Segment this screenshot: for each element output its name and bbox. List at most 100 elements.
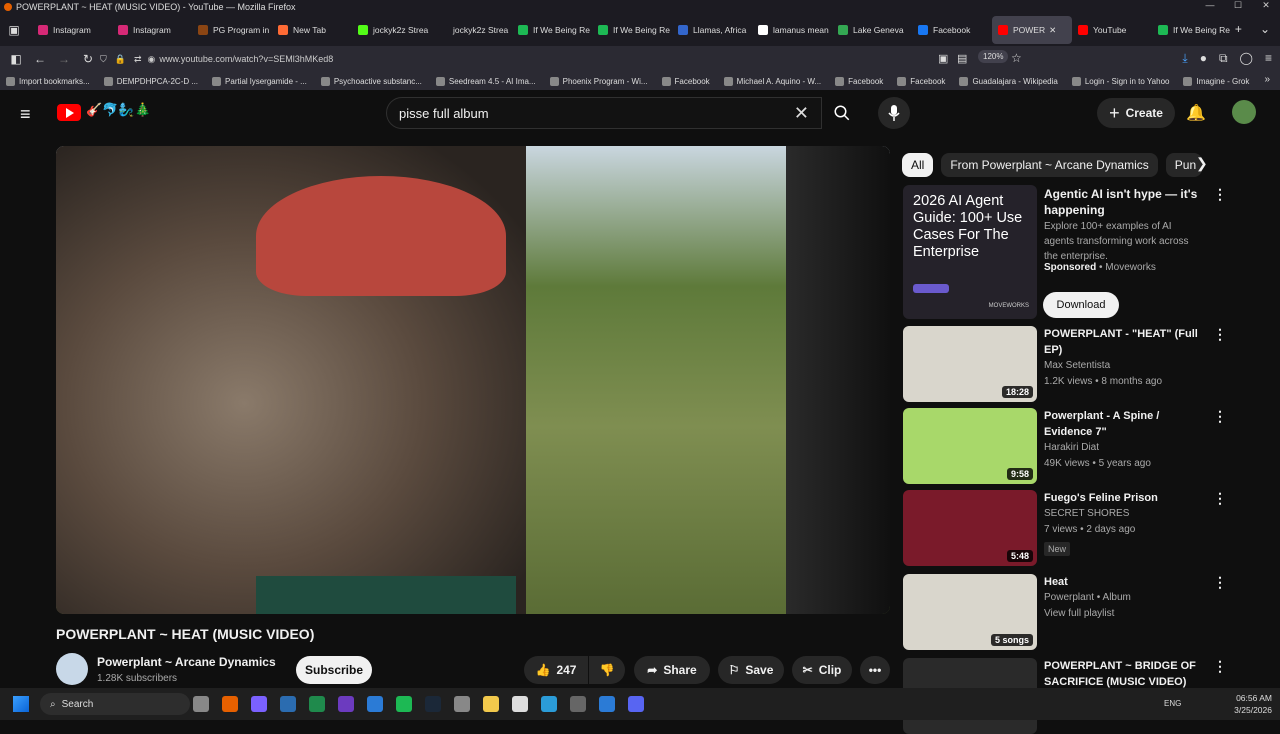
minimize-button[interactable]: — [1196,0,1224,11]
more-actions-button[interactable]: ••• [860,656,890,684]
tab-list-icon[interactable]: ▣ [2,23,26,37]
video-title-link[interactable]: POWERPLANT ~ BRIDGE OF SACRIFICE (MUSIC … [1044,658,1209,690]
browser-tab[interactable]: YouTube [1072,16,1152,44]
bookmark-item[interactable]: Imagine - Grok [1183,76,1249,86]
bookmark-item[interactable]: Psychoactive substanc... [320,76,422,86]
back-icon[interactable]: ← [28,52,52,66]
vs-icon[interactable] [338,696,354,712]
video-more-icon[interactable]: ⋮ [1213,658,1227,675]
downloads-icon[interactable]: ⤓ [1182,51,1187,66]
chip-from-channel[interactable]: From Powerplant ~ Arcane Dynamics [941,153,1158,177]
share-button[interactable]: ➦ Share [634,656,710,684]
url-bar[interactable]: ⛉ 🔒 ⇄ ◉ www.youtube.com/watch?v=SEMl3hMK… [100,49,1030,69]
file-explorer-icon[interactable] [483,696,499,712]
browser-tab[interactable]: jockyk2z Strea [352,16,432,44]
ad-download-button[interactable]: Download [1043,292,1119,318]
bookmarks-overflow-icon[interactable]: » [1264,74,1270,85]
video-channel[interactable]: Max Setentista [1044,360,1110,371]
bookmark-item[interactable]: Import bookmarks... [6,76,90,86]
create-button[interactable]: + Create [1097,98,1175,128]
forward-icon[interactable]: → [52,52,76,66]
list-all-tabs-icon[interactable]: ⌄ [1260,22,1270,36]
browser-tab[interactable]: PG Program in [192,16,272,44]
bookmark-item[interactable]: Facebook [897,76,945,86]
permissions-icon[interactable]: ⇄ [134,54,142,65]
notifications-bell-icon[interactable]: 🔔 [1186,103,1206,123]
like-button[interactable]: 👍 247 [524,656,588,684]
video-thumbnail[interactable]: 5:48 [903,490,1037,566]
search-input[interactable]: pisse full album ✕ [386,97,822,129]
browser-tab[interactable]: Llamas, Africa [672,16,752,44]
hamburger-menu-icon[interactable]: ≡ [20,104,31,125]
screenshot-icon[interactable]: ▣ [938,52,948,65]
browser-tab[interactable]: If We Being Re [592,16,672,44]
clip-button[interactable]: ✂ Clip [792,656,852,684]
browser-tab[interactable]: Facebook [912,16,992,44]
bookmark-item[interactable]: Partial lysergamide - ... [212,76,307,86]
reader-view-icon[interactable]: ▤ [957,52,967,65]
sidebar-icon[interactable]: ◧ [4,52,28,66]
language-indicator[interactable]: ENG [1164,699,1181,708]
browser-tab[interactable]: Lake Geneva [832,16,912,44]
video-title-link[interactable]: Heat [1044,574,1209,590]
bookmark-item[interactable]: Login - Sign in to Yahoo [1071,76,1169,86]
copilot-icon[interactable] [251,696,267,712]
outlook-icon[interactable] [367,696,383,712]
browser-tab[interactable]: POWER ✕ [992,16,1072,44]
chevron-right-icon[interactable]: ❯ [1196,155,1208,172]
browser-tab[interactable]: Instagram [112,16,192,44]
bookmark-item[interactable]: DEMPDHPCA-2C-D ... [103,76,198,86]
maximize-button[interactable]: ☐ [1224,0,1252,11]
video-channel[interactable]: Powerplant • Album [1044,592,1131,603]
settings-icon[interactable] [454,696,470,712]
video-thumbnail[interactable]: 18:28 [903,326,1037,402]
bookmark-item[interactable]: Seedream 4.5 - AI Ima... [435,76,536,86]
browser-tab[interactable]: lamanus mean [752,16,832,44]
spotify-icon[interactable] [396,696,412,712]
close-window-button[interactable]: ✕ [1252,0,1280,11]
shield-icon[interactable]: ⛉ [100,54,107,65]
browser-tab[interactable]: Instagram [32,16,112,44]
youtube-logo[interactable] [57,104,81,121]
video-more-icon[interactable]: ⋮ [1213,326,1227,343]
reader-icon[interactable]: ◉ [148,54,156,65]
search-query[interactable]: pisse full album [399,106,489,121]
account-icon[interactable]: ◯ [1240,51,1253,66]
new-tab-icon[interactable]: + [1235,22,1242,36]
browser-tab[interactable]: If We Being Re [512,16,592,44]
photos-icon[interactable] [541,696,557,712]
clear-search-icon[interactable]: ✕ [794,103,809,124]
video-title-link[interactable]: Powerplant - A Spine / Evidence 7" [1044,408,1209,440]
bookmark-item[interactable]: Michael A. Aquino - W... [723,76,821,86]
browser-tab[interactable]: New Tab [272,16,352,44]
browser-tab[interactable]: jockyk2z Strea [432,16,512,44]
clock[interactable]: 06:56 AM 3/25/2026 [1234,692,1272,716]
zoom-level[interactable]: 120% [978,50,1009,63]
chrome-icon[interactable] [570,696,586,712]
discord-icon[interactable] [628,696,644,712]
url-text[interactable]: www.youtube.com/watch?v=SEMl3hMKed8 [159,54,333,64]
video-title-link[interactable]: POWERPLANT - "HEAT" (Full EP) [1044,326,1209,358]
bookmark-item[interactable]: Facebook [661,76,710,86]
video-channel[interactable]: Harakiri Diat [1044,442,1099,453]
video-channel[interactable]: SECRET SHORES [1044,508,1129,519]
account-avatar[interactable] [1232,100,1256,124]
ad-more-icon[interactable]: ⋮ [1213,186,1227,203]
taskbar-search[interactable]: ⌕ Search [40,693,190,715]
bookmark-star-icon[interactable]: ☆ [1011,51,1022,65]
video-player[interactable] [56,146,890,614]
notepad-icon[interactable] [309,696,325,712]
lock-icon[interactable]: 🔒 [115,54,126,65]
app-icon[interactable] [599,696,615,712]
search-button[interactable] [822,97,862,129]
channel-name[interactable]: Powerplant ~ Arcane Dynamics [97,655,276,669]
extensions-icon[interactable]: ⧉ [1219,51,1228,66]
video-more-icon[interactable]: ⋮ [1213,574,1227,591]
dislike-button[interactable]: 👎 [589,656,625,684]
subscribe-button[interactable]: Subscribe [296,656,372,684]
windows-start-icon[interactable] [13,696,29,712]
ad-title[interactable]: Agentic AI isn't hype — it's happening [1044,186,1204,218]
wikipedia-icon[interactable] [512,696,528,712]
browser-tab[interactable]: If We Being Re [1152,16,1232,44]
chip-all[interactable]: All [902,153,934,177]
